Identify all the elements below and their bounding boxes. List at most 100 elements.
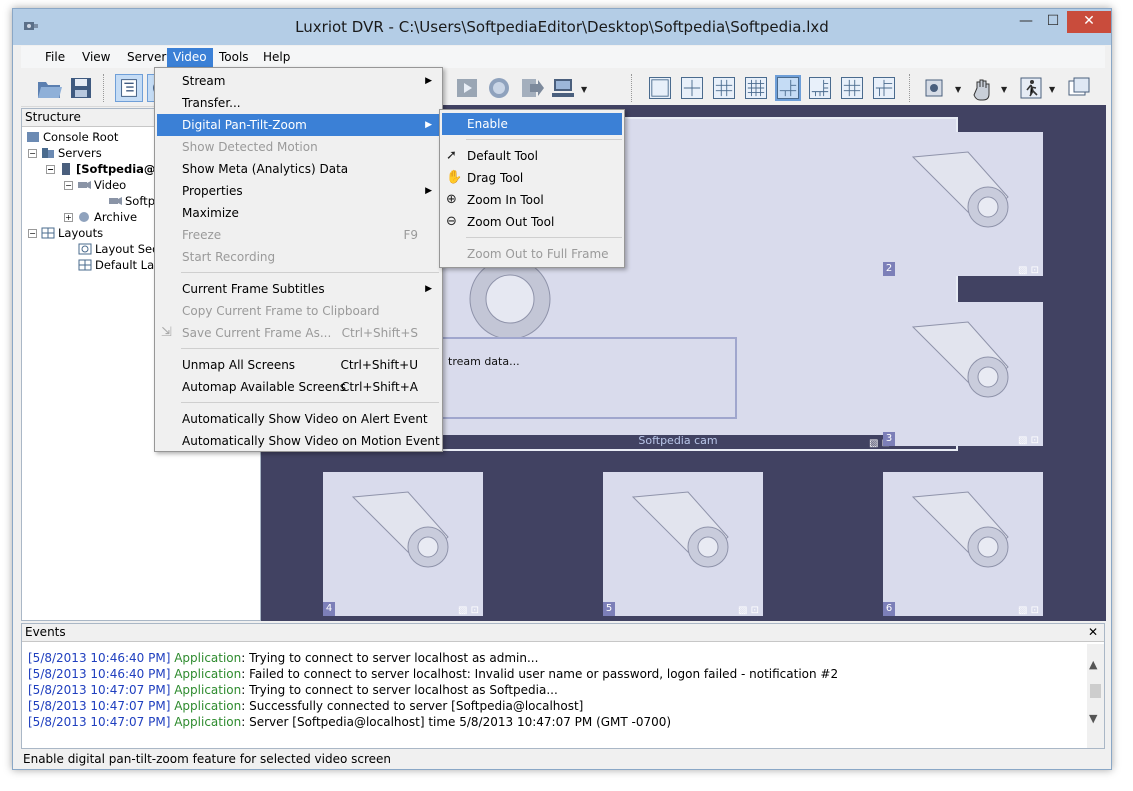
submenu-item-zoom-out[interactable]: ⊖ Zoom Out Tool bbox=[442, 211, 622, 233]
menu-file[interactable]: File bbox=[39, 48, 71, 67]
submenu-item-default-tool[interactable]: ➚ Default Tool bbox=[442, 145, 622, 167]
save-icon[interactable] bbox=[67, 74, 95, 102]
menu-item-transfer[interactable]: Transfer... bbox=[157, 92, 440, 114]
log-source: Application bbox=[174, 651, 242, 665]
collapse-icon[interactable]: − bbox=[64, 181, 73, 190]
submenu-arrow-icon: ▶ bbox=[425, 284, 432, 294]
menu-tools[interactable]: Tools bbox=[213, 48, 255, 67]
expand-icon[interactable]: + bbox=[64, 213, 73, 222]
hand-dropdown-icon[interactable]: ▼ bbox=[1001, 85, 1007, 94]
submenu-item-zoom-full-frame[interactable]: Zoom Out to Full Frame bbox=[442, 243, 622, 265]
menu-item-label: Start Recording bbox=[182, 250, 276, 264]
menu-item-current-frame-subtitles[interactable]: Current Frame Subtitles ▶ bbox=[157, 278, 440, 300]
menu-item-digital-ptz[interactable]: Digital Pan-Tilt-Zoom ▶ bbox=[157, 114, 440, 136]
camera-dropdown-icon[interactable]: ▼ bbox=[955, 85, 961, 94]
menu-item-properties[interactable]: Properties ▶ bbox=[157, 180, 440, 202]
menu-video[interactable]: Video bbox=[167, 48, 213, 67]
events-panel: Events ✕ [5/8/2013 10:46:40 PM] Applicat… bbox=[21, 623, 1105, 749]
tree-console-root[interactable]: Console Root bbox=[26, 129, 118, 145]
computer-icon[interactable] bbox=[549, 74, 577, 102]
menu-help[interactable]: Help bbox=[257, 48, 296, 67]
menu-item-maximize[interactable]: Maximize bbox=[157, 202, 440, 224]
submenu-arrow-icon: ▶ bbox=[425, 186, 432, 196]
events-scrollbar[interactable]: ▲ ▼ bbox=[1087, 644, 1104, 748]
layout-4x4-icon[interactable] bbox=[745, 77, 767, 99]
submenu-arrow-icon: ▶ bbox=[425, 120, 432, 130]
menu-item-unmap-all[interactable]: Unmap All Screens Ctrl+Shift+U bbox=[157, 354, 440, 376]
menu-shortcut: Ctrl+Shift+S bbox=[341, 326, 418, 340]
menu-server[interactable]: Server bbox=[121, 48, 172, 67]
menu-item-copy-frame[interactable]: Copy Current Frame to Clipboard bbox=[157, 300, 440, 322]
menu-item-label: Enable bbox=[467, 117, 508, 131]
video-screen-6[interactable]: 6 ▧ ⊡ bbox=[883, 472, 1043, 616]
camera-status-icons: ▧ ⊡ bbox=[457, 605, 479, 616]
submenu-arrow-icon: ▶ bbox=[425, 76, 432, 86]
zoom-in-icon: ⊕ bbox=[446, 192, 457, 207]
log-time: [5/8/2013 10:47:07 PM] bbox=[28, 699, 171, 713]
menu-view[interactable]: View bbox=[76, 48, 116, 67]
structure-tree-icon[interactable] bbox=[115, 74, 143, 102]
submenu-item-enable[interactable]: Enable bbox=[442, 113, 622, 135]
hand-tool-icon[interactable] bbox=[969, 74, 997, 102]
hand-icon: ✋ bbox=[446, 170, 463, 185]
events-header: Events ✕ bbox=[22, 624, 1104, 642]
video-screen-2[interactable]: 2 ▧ ⊡ bbox=[883, 132, 1043, 276]
menu-item-save-frame[interactable]: ⇲ Save Current Frame As... Ctrl+Shift+S bbox=[157, 322, 440, 344]
log-message: : Successfully connected to server [Soft… bbox=[241, 699, 584, 713]
menu-item-auto-alert[interactable]: Automatically Show Video on Alert Event bbox=[157, 408, 440, 430]
menu-item-show-detected-motion[interactable]: Show Detected Motion bbox=[157, 136, 440, 158]
maximize-button[interactable]: ☐ bbox=[1040, 11, 1066, 33]
layout-3x3-icon[interactable] bbox=[713, 77, 735, 99]
menu-item-label: Unmap All Screens bbox=[182, 358, 296, 372]
menu-item-automap[interactable]: Automap Available Screens Ctrl+Shift+A bbox=[157, 376, 440, 398]
scroll-up-icon[interactable]: ▲ bbox=[1089, 658, 1097, 671]
collapse-icon[interactable]: − bbox=[28, 149, 37, 158]
collapse-icon[interactable]: − bbox=[46, 165, 55, 174]
submenu-item-zoom-in[interactable]: ⊕ Zoom In Tool bbox=[442, 189, 622, 211]
close-button[interactable]: ✕ bbox=[1067, 11, 1111, 33]
menu-item-stream[interactable]: Stream ▶ bbox=[157, 70, 440, 92]
record-icon[interactable] bbox=[485, 74, 513, 102]
menu-item-show-meta-data[interactable]: Show Meta (Analytics) Data bbox=[157, 158, 440, 180]
layout-mixed-icon[interactable] bbox=[873, 77, 895, 99]
submenu-item-drag-tool[interactable]: ✋ Drag Tool bbox=[442, 167, 622, 189]
menu-item-label: Drag Tool bbox=[467, 171, 524, 185]
export-icon[interactable] bbox=[517, 74, 545, 102]
events-close-icon[interactable]: ✕ bbox=[1088, 624, 1098, 641]
menu-item-label: Stream bbox=[182, 74, 226, 88]
video-screen-5[interactable]: 5 ▧ ⊡ bbox=[603, 472, 763, 616]
motion-person-icon[interactable] bbox=[1017, 74, 1045, 102]
layout-1x1-icon[interactable] bbox=[649, 77, 671, 99]
scroll-down-icon[interactable]: ▼ bbox=[1089, 712, 1097, 725]
video-screen-3[interactable]: 3 ▧ ⊡ bbox=[883, 302, 1043, 446]
log-time: [5/8/2013 10:46:40 PM] bbox=[28, 651, 171, 665]
layout-1plus5-icon[interactable] bbox=[775, 75, 801, 101]
layout-1plus7-icon[interactable] bbox=[809, 77, 831, 99]
menu-item-auto-motion[interactable]: Automatically Show Video on Motion Event bbox=[157, 430, 440, 452]
computer-dropdown-icon[interactable]: ▼ bbox=[581, 85, 587, 94]
menu-item-start-recording[interactable]: Start Recording bbox=[157, 246, 440, 268]
open-folder-icon[interactable] bbox=[35, 74, 63, 102]
log-source: Application bbox=[174, 715, 242, 729]
layout-2x2-icon[interactable] bbox=[681, 77, 703, 99]
motion-dropdown-icon[interactable]: ▼ bbox=[1049, 85, 1055, 94]
fullscreen-icon[interactable] bbox=[1065, 74, 1093, 102]
tree-server-softpedia[interactable]: − [Softpedia@ bbox=[46, 161, 155, 177]
tree-servers[interactable]: − Servers bbox=[28, 145, 102, 161]
console-root-icon bbox=[26, 131, 40, 143]
title-bar[interactable]: Luxriot DVR - C:\Users\SoftpediaEditor\D… bbox=[13, 9, 1111, 45]
menu-item-label: Automatically Show Video on Alert Event bbox=[182, 412, 428, 426]
camera-settings-icon[interactable] bbox=[921, 74, 949, 102]
tree-layouts[interactable]: − Layouts bbox=[28, 225, 103, 241]
video-screen-4[interactable]: 4 ▧ ⊡ bbox=[323, 472, 483, 616]
scroll-thumb[interactable] bbox=[1090, 684, 1101, 698]
menu-item-freeze[interactable]: Freeze F9 bbox=[157, 224, 440, 246]
layout-grid-icon[interactable] bbox=[841, 77, 863, 99]
screen-number: 3 bbox=[883, 432, 895, 446]
minimize-button[interactable]: — bbox=[1013, 11, 1039, 33]
collapse-icon[interactable]: − bbox=[28, 229, 37, 238]
tree-video[interactable]: − Video bbox=[64, 177, 126, 193]
tree-archive[interactable]: + Archive bbox=[64, 209, 137, 225]
play-icon[interactable] bbox=[453, 74, 481, 102]
menu-separator bbox=[181, 272, 439, 273]
